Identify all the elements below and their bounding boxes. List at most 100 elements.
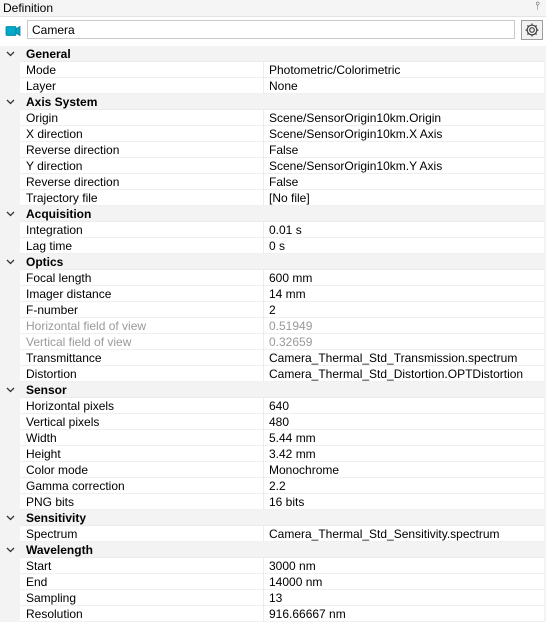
chevron-down-icon[interactable]: [6, 258, 15, 266]
column-divider[interactable]: [263, 398, 264, 414]
property-row[interactable]: Layer None: [0, 78, 546, 94]
property-row[interactable]: Y direction Scene/SensorOrigin10km.Y Axis: [0, 158, 546, 174]
property-row[interactable]: Vertical field of view 0.32659: [0, 334, 546, 350]
property-row[interactable]: Integration 0.01 s: [0, 222, 546, 238]
property-value[interactable]: 640: [269, 398, 289, 414]
property-value[interactable]: 0 s: [269, 238, 285, 254]
property-row[interactable]: Height 3.42 mm: [0, 446, 546, 462]
column-divider[interactable]: [263, 334, 264, 350]
property-value[interactable]: False: [269, 174, 298, 190]
column-divider[interactable]: [263, 462, 264, 478]
property-value[interactable]: 16 bits: [269, 494, 304, 510]
property-value[interactable]: 3000 nm: [269, 558, 316, 574]
property-row[interactable]: F-number 2: [0, 302, 546, 318]
property-value[interactable]: [No file]: [269, 190, 310, 206]
property-row[interactable]: Start 3000 nm: [0, 558, 546, 574]
property-value[interactable]: 2.2: [269, 478, 286, 494]
property-row[interactable]: Origin Scene/SensorOrigin10km.Origin: [0, 110, 546, 126]
category-row[interactable]: Acquisition: [0, 206, 546, 222]
property-value[interactable]: Camera_Thermal_Std_Distortion.OPTDistort…: [269, 366, 523, 382]
property-value[interactable]: 480: [269, 414, 289, 430]
property-value[interactable]: False: [269, 142, 298, 158]
column-divider[interactable]: [263, 110, 264, 126]
category-row[interactable]: Optics: [0, 254, 546, 270]
column-divider[interactable]: [263, 414, 264, 430]
column-divider[interactable]: [263, 494, 264, 510]
category-row[interactable]: General: [0, 46, 546, 62]
column-divider[interactable]: [263, 302, 264, 318]
property-row[interactable]: Gamma correction 2.2: [0, 478, 546, 494]
pin-icon[interactable]: ⫯: [535, 0, 540, 13]
column-divider[interactable]: [263, 350, 264, 366]
property-row[interactable]: Focal length 600 mm: [0, 270, 546, 286]
column-divider[interactable]: [263, 222, 264, 238]
property-row[interactable]: Trajectory file [No file]: [0, 190, 546, 206]
property-row[interactable]: Spectrum Camera_Thermal_Std_Sensitivity.s…: [0, 526, 546, 542]
property-value[interactable]: 5.44 mm: [269, 430, 316, 446]
column-divider[interactable]: [263, 526, 264, 542]
property-value[interactable]: 916.66667 nm: [269, 606, 346, 622]
property-value[interactable]: 14000 nm: [269, 574, 322, 590]
column-divider[interactable]: [263, 590, 264, 606]
property-value[interactable]: Monochrome: [269, 462, 339, 478]
property-row[interactable]: Horizontal pixels 640: [0, 398, 546, 414]
property-row[interactable]: PNG bits 16 bits: [0, 494, 546, 510]
column-divider[interactable]: [263, 270, 264, 286]
property-row[interactable]: Transmittance Camera_Thermal_Std_Transmis…: [0, 350, 546, 366]
chevron-down-icon[interactable]: [6, 386, 15, 394]
property-value[interactable]: None: [269, 78, 298, 94]
category-row[interactable]: Sensitivity: [0, 510, 546, 526]
column-divider[interactable]: [263, 190, 264, 206]
property-row[interactable]: Color mode Monochrome: [0, 462, 546, 478]
category-row[interactable]: Axis System: [0, 94, 546, 110]
property-value[interactable]: Scene/SensorOrigin10km.X Axis: [269, 126, 442, 142]
chevron-down-icon[interactable]: [6, 210, 15, 218]
property-value[interactable]: 3.42 mm: [269, 446, 316, 462]
property-row[interactable]: Reverse direction False: [0, 142, 546, 158]
column-divider[interactable]: [263, 286, 264, 302]
column-divider[interactable]: [263, 430, 264, 446]
property-row[interactable]: Horizontal field of view 0.51949: [0, 318, 546, 334]
property-value[interactable]: Photometric/Colorimetric: [269, 62, 400, 78]
property-row[interactable]: Width 5.44 mm: [0, 430, 546, 446]
property-row[interactable]: Resolution 916.66667 nm: [0, 606, 546, 622]
column-divider[interactable]: [263, 174, 264, 190]
column-divider[interactable]: [263, 78, 264, 94]
column-divider[interactable]: [263, 238, 264, 254]
property-row[interactable]: Distortion Camera_Thermal_Std_Distortion.…: [0, 366, 546, 382]
object-name-input[interactable]: [27, 20, 515, 39]
column-divider[interactable]: [263, 478, 264, 494]
property-row[interactable]: Reverse direction False: [0, 174, 546, 190]
property-row[interactable]: Sampling 13: [0, 590, 546, 606]
column-divider[interactable]: [263, 574, 264, 590]
column-divider[interactable]: [263, 606, 264, 622]
column-divider[interactable]: [263, 318, 264, 334]
chevron-down-icon[interactable]: [6, 98, 15, 106]
property-value[interactable]: Camera_Thermal_Std_Transmission.spectrum: [269, 350, 517, 366]
column-divider[interactable]: [263, 62, 264, 78]
property-value[interactable]: 600 mm: [269, 270, 312, 286]
category-row[interactable]: Wavelength: [0, 542, 546, 558]
column-divider[interactable]: [263, 446, 264, 462]
property-value[interactable]: Camera_Thermal_Std_Sensitivity.spectrum: [269, 526, 500, 542]
property-row[interactable]: Imager distance 14 mm: [0, 286, 546, 302]
property-value[interactable]: Scene/SensorOrigin10km.Y Axis: [269, 158, 442, 174]
chevron-down-icon[interactable]: [6, 546, 15, 554]
property-value[interactable]: 14 mm: [269, 286, 306, 302]
column-divider[interactable]: [263, 142, 264, 158]
property-value[interactable]: 13: [269, 590, 282, 606]
chevron-down-icon[interactable]: [6, 50, 15, 58]
column-divider[interactable]: [263, 158, 264, 174]
property-value[interactable]: Scene/SensorOrigin10km.Origin: [269, 110, 441, 126]
column-divider[interactable]: [263, 558, 264, 574]
property-row[interactable]: Vertical pixels 480: [0, 414, 546, 430]
chevron-down-icon[interactable]: [6, 514, 15, 522]
property-row[interactable]: Mode Photometric/Colorimetric: [0, 62, 546, 78]
property-value[interactable]: 0.01 s: [269, 222, 302, 238]
settings-button[interactable]: [521, 20, 543, 40]
property-row[interactable]: End 14000 nm: [0, 574, 546, 590]
property-value[interactable]: 2: [269, 302, 276, 318]
property-row[interactable]: Lag time 0 s: [0, 238, 546, 254]
category-row[interactable]: Sensor: [0, 382, 546, 398]
property-row[interactable]: X direction Scene/SensorOrigin10km.X Axis: [0, 126, 546, 142]
